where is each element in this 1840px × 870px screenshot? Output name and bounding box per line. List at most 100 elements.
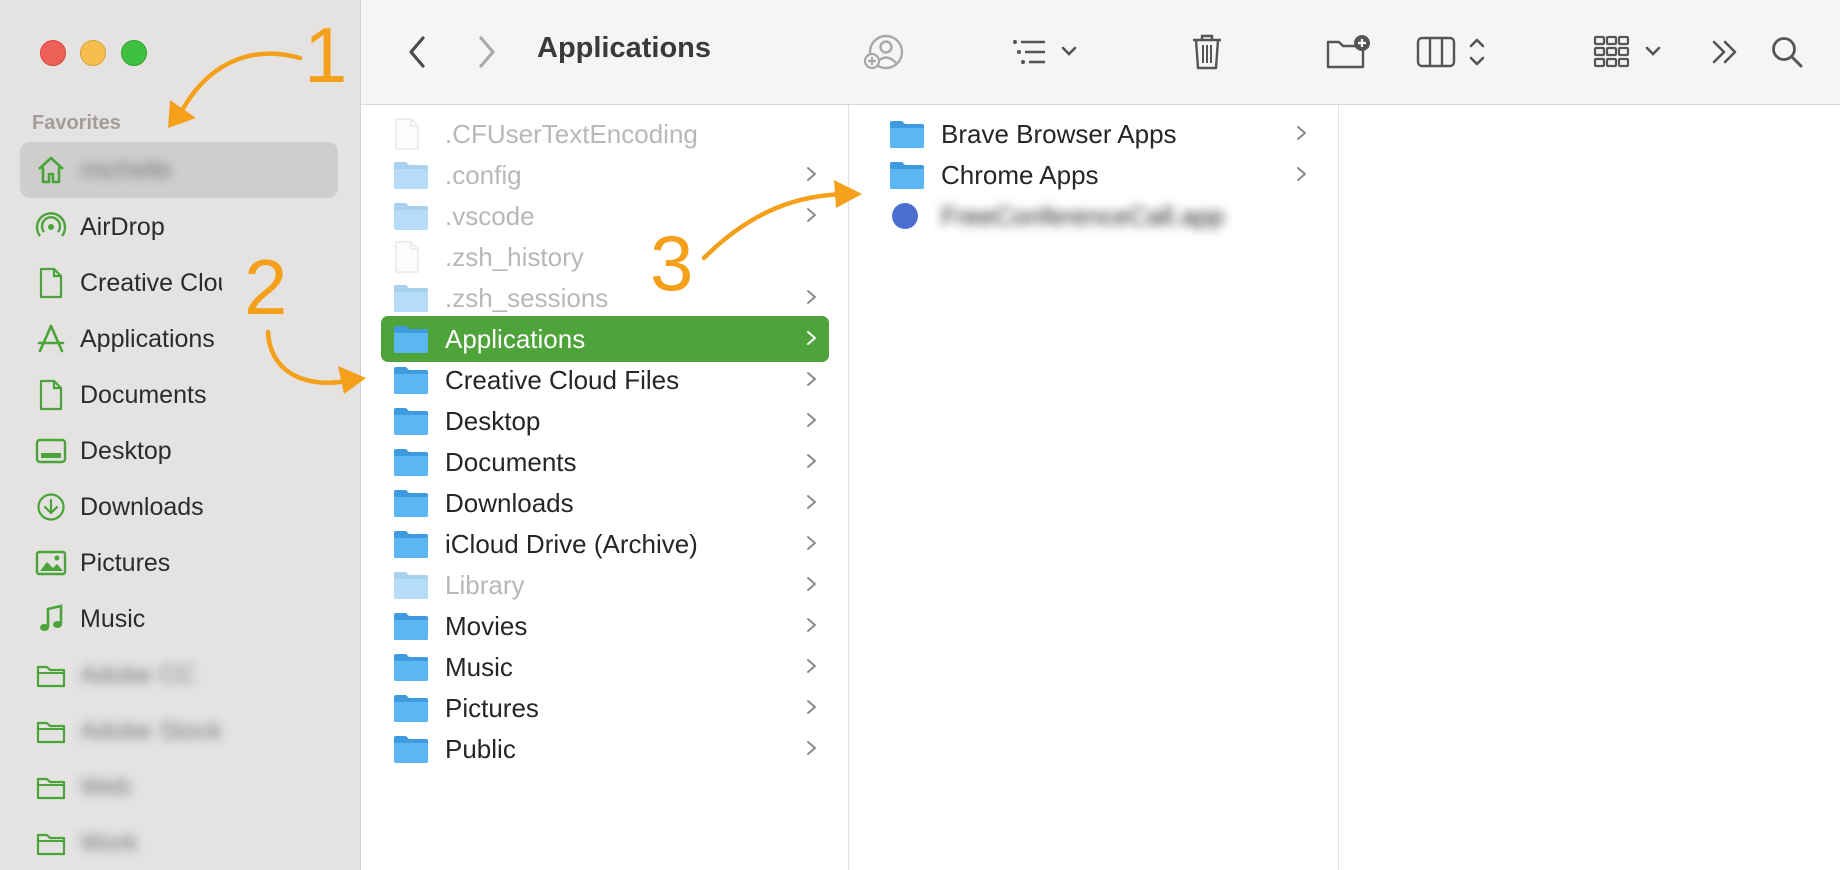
- view-mode-button[interactable]: [1415, 28, 1495, 76]
- folder-icon: [393, 405, 431, 437]
- folder-icon: [34, 826, 68, 860]
- pictures-icon: [34, 546, 68, 580]
- folder-icon: [34, 658, 68, 692]
- list-item-label: Music: [445, 651, 513, 682]
- sidebar-item-airdrop[interactable]: AirDrop: [20, 199, 338, 255]
- list-item-label: Downloads: [445, 487, 574, 518]
- sidebar-item-music[interactable]: Music: [20, 591, 338, 647]
- more-toolbar-button[interactable]: [1707, 28, 1743, 76]
- chevron-right-icon: [1297, 167, 1306, 181]
- sidebar-item-creative-cloud-files[interactable]: Creative Cloud Files: [20, 255, 338, 311]
- close-button[interactable]: [40, 40, 66, 66]
- list-item[interactable]: iCloud Drive (Archive): [381, 521, 829, 567]
- list-item[interactable]: FreeConferenceCall.app: [877, 193, 1319, 239]
- list-item[interactable]: Library: [381, 562, 829, 608]
- airdrop-icon: [34, 210, 68, 244]
- sidebar-item-folder[interactable]: Web: [20, 759, 338, 815]
- share-people-button[interactable]: [861, 28, 907, 76]
- music-note-icon: [34, 602, 68, 636]
- applications-icon: [34, 322, 68, 356]
- folder-icon: [393, 651, 431, 683]
- list-item-label: Brave Browser Apps: [941, 118, 1177, 149]
- list-item[interactable]: Chrome Apps: [877, 152, 1319, 198]
- sidebar-item-folder[interactable]: Adobe CC: [20, 647, 338, 703]
- list-item-label: .zsh_history: [445, 241, 584, 272]
- chevron-right-icon: [807, 167, 816, 181]
- list-item[interactable]: Creative Cloud Files: [381, 357, 829, 403]
- sidebar-item-label: Pictures: [80, 548, 171, 577]
- sidebar-item-label: Adobe CC: [80, 660, 196, 689]
- add-person-icon: [863, 34, 904, 70]
- sidebar-item-home[interactable]: michelle: [20, 142, 338, 198]
- search-icon: [1772, 37, 1803, 68]
- chevron-right-icon: [807, 454, 816, 468]
- sidebar-item-label: Desktop: [80, 436, 172, 465]
- folder-icon: [393, 200, 431, 232]
- folder-icon: [393, 159, 431, 191]
- list-item[interactable]: Brave Browser Apps: [877, 111, 1319, 157]
- list-item[interactable]: Music: [381, 644, 829, 690]
- sidebar-item-label: Creative Cloud Files: [80, 268, 222, 297]
- column-empty: [1339, 105, 1840, 870]
- folder-icon: [393, 323, 431, 355]
- folder-icon: [889, 118, 927, 150]
- list-item-label: Creative Cloud Files: [445, 364, 680, 395]
- chevron-right-icon: [807, 290, 816, 304]
- list-item[interactable]: Downloads: [381, 480, 829, 526]
- list-item[interactable]: .config: [381, 152, 829, 198]
- group-view-button[interactable]: [1593, 28, 1667, 76]
- list-item-label: .CFUserTextEncoding: [445, 118, 698, 149]
- list-item-label: Applications: [445, 323, 586, 354]
- sidebar-item-folder[interactable]: Work: [20, 815, 338, 870]
- sidebar-item-label: michelle: [80, 155, 172, 184]
- folder-icon: [393, 692, 431, 724]
- chevron-right-icon: [1297, 126, 1306, 140]
- chevron-right-icon: [807, 208, 816, 222]
- list-item[interactable]: Public: [381, 726, 829, 772]
- list-item[interactable]: .CFUserTextEncoding: [381, 111, 829, 157]
- annotation-number-1: 1: [304, 11, 348, 99]
- zoom-button[interactable]: [121, 40, 147, 66]
- sidebar-item-label: Music: [80, 604, 146, 633]
- folder-icon: [393, 364, 431, 396]
- search-button[interactable]: [1765, 28, 1809, 76]
- sidebar-item-downloads[interactable]: Downloads: [20, 479, 338, 535]
- sidebar-item-pictures[interactable]: Pictures: [20, 535, 338, 591]
- list-item[interactable]: .zsh_sessions: [381, 275, 829, 321]
- folder-icon: [393, 733, 431, 765]
- sidebar: Favorites michelle AirDrop Creative Clou…: [0, 0, 361, 870]
- sidebar-item-documents[interactable]: Documents: [20, 367, 338, 423]
- list-item[interactable]: .vscode: [381, 193, 829, 239]
- list-item-label: Movies: [445, 610, 528, 641]
- group-by-button[interactable]: [1009, 28, 1089, 76]
- forward-button[interactable]: [467, 28, 507, 76]
- finder-window: Favorites michelle AirDrop Creative Clou…: [0, 0, 1840, 870]
- list-item[interactable]: Documents: [381, 439, 829, 485]
- list-item[interactable]: Movies: [381, 603, 829, 649]
- double-chevron-icon: [1712, 40, 1737, 64]
- sidebar-item-label: Documents: [80, 380, 207, 409]
- new-folder-icon: [1326, 35, 1370, 69]
- sidebar-item-applications[interactable]: Applications: [20, 311, 338, 367]
- annotation-number-2: 2: [244, 243, 288, 331]
- minimize-button[interactable]: [80, 40, 106, 66]
- new-folder-button[interactable]: [1325, 28, 1371, 76]
- list-item[interactable]: .zsh_history: [381, 234, 829, 280]
- folder-icon: [393, 610, 431, 642]
- column-applications: Brave Browser Apps Chrome Apps FreeConfere…: [849, 105, 1339, 870]
- list-item[interactable]: Pictures: [381, 685, 829, 731]
- annotation-number-3: 3: [650, 219, 694, 307]
- list-item-label: Chrome Apps: [941, 159, 1099, 190]
- sidebar-item-label: AirDrop: [80, 212, 165, 241]
- chevron-left-icon: [409, 36, 425, 68]
- trash-button[interactable]: [1187, 28, 1227, 76]
- folder-icon: [393, 528, 431, 560]
- sidebar-item-folder[interactable]: Adobe Stock: [20, 703, 338, 759]
- home-icon: [34, 153, 68, 187]
- list-item[interactable]: Applications: [381, 316, 829, 362]
- list-item[interactable]: Desktop: [381, 398, 829, 444]
- sidebar-item-desktop[interactable]: Desktop: [20, 423, 338, 479]
- sidebar-item-label: Work: [80, 828, 138, 857]
- back-button[interactable]: [397, 28, 437, 76]
- list-icon: [1013, 40, 1077, 64]
